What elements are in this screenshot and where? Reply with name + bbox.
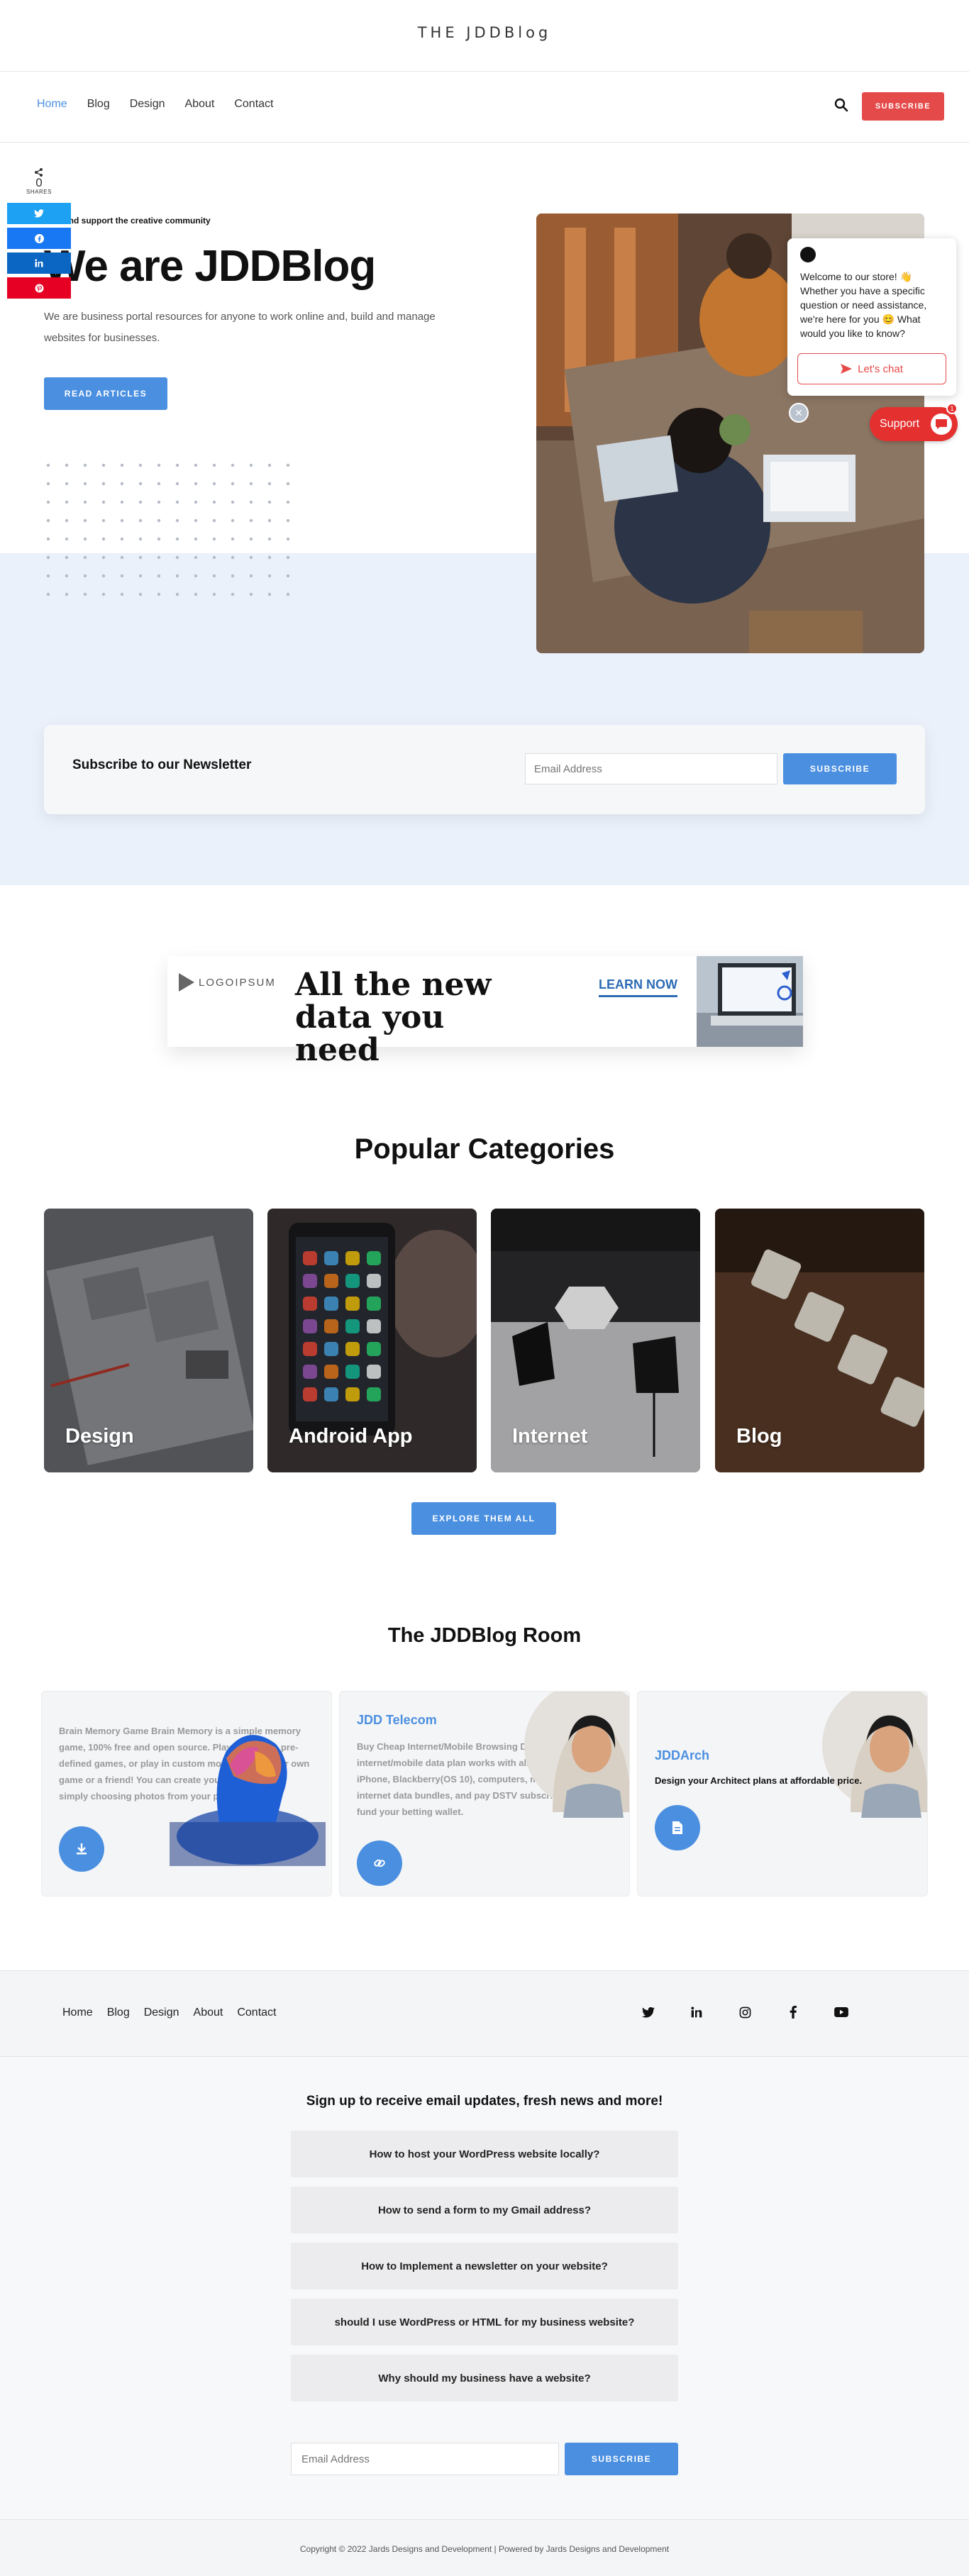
chat-welcome-text: Welcome to our store! 👋 Whether you have…: [800, 271, 927, 339]
nav-item-home[interactable]: Home: [37, 98, 67, 111]
ad-logo: LOGOIPSUM: [179, 973, 276, 992]
category-card-android-app[interactable]: Android App: [267, 1209, 477, 1472]
category-card-internet[interactable]: Internet: [491, 1209, 700, 1472]
room-card-heading[interactable]: JDDArch: [655, 1748, 709, 1763]
nav-item-about[interactable]: About: [185, 98, 215, 111]
newsletter-title: Subscribe to our Newsletter: [72, 757, 252, 772]
categories-title: Popular Categories: [354, 1133, 615, 1165]
nav-item-blog[interactable]: Blog: [87, 98, 110, 111]
footer-signup-section: Sign up to receive email updates, fresh …: [0, 2057, 969, 2519]
chat-close-icon[interactable]: ✕: [789, 403, 809, 423]
newsletter-subscribe-button[interactable]: SUBSCRIBE: [783, 753, 897, 784]
faq-link[interactable]: How to send a form to my Gmail address?: [291, 2187, 678, 2233]
notification-badge: 1: [946, 403, 958, 414]
ad-learn-now-link[interactable]: LEARN NOW: [599, 977, 677, 997]
footer-social-links: [641, 2005, 848, 2019]
category-label-blog: Blog: [736, 1425, 782, 1448]
footer-email-input[interactable]: [291, 2443, 559, 2475]
support-chat-button[interactable]: Support 1: [870, 403, 958, 441]
document-icon: [672, 1821, 682, 1834]
jddarch-link-button[interactable]: [655, 1805, 700, 1850]
facebook-icon[interactable]: [786, 2005, 800, 2019]
hero-description: We are business portal resources for any…: [44, 311, 436, 344]
footer-nav-contact[interactable]: Contact: [237, 2006, 276, 2019]
footer-nav-about[interactable]: About: [194, 2006, 223, 2019]
twitter-icon: [34, 209, 44, 218]
share-twitter-button[interactable]: [7, 203, 71, 224]
brain-head-illustration: [170, 1735, 326, 1866]
room-card-jddarch: JDDArch Design your Architect plans at a…: [637, 1691, 928, 1897]
download-button[interactable]: [59, 1826, 104, 1872]
chat-bubble-icon: [931, 413, 952, 435]
site-title[interactable]: THE JDDBlog: [0, 24, 969, 41]
linkedin-icon: [35, 259, 43, 267]
telecom-link-button[interactable]: [357, 1841, 402, 1886]
faq-link[interactable]: Why should my business have a website?: [291, 2355, 678, 2402]
read-articles-button[interactable]: READ ARTICLES: [44, 377, 167, 410]
send-icon: [841, 364, 853, 374]
newsletter-email-input[interactable]: [525, 753, 777, 784]
share-count-label: SHARES: [26, 189, 52, 195]
room-card-brain-memory: Brain Memory Game Brain Memory is a simp…: [41, 1691, 332, 1897]
ad-laptop-image: [697, 956, 803, 1047]
nav-divider: [0, 142, 969, 143]
faq-link[interactable]: How to Implement a newsletter on your we…: [291, 2243, 678, 2289]
header-divider: [0, 71, 969, 72]
facebook-icon: [34, 233, 44, 243]
header-subscribe-button[interactable]: SUBSCRIBE: [862, 92, 944, 121]
footer-top-bar: Home Blog Design About Contact: [0, 1970, 969, 2057]
share-count: 0: [35, 176, 43, 189]
youtube-icon[interactable]: [834, 2005, 848, 2019]
logo-mark-icon: [179, 973, 194, 992]
footer-subscribe-button[interactable]: SUBSCRIBE: [565, 2443, 678, 2475]
room-title: The JDDBlog Room: [387, 1624, 582, 1647]
faq-link[interactable]: How to host your WordPress website local…: [291, 2131, 678, 2177]
linkedin-icon[interactable]: [690, 2005, 704, 2019]
nav-item-design[interactable]: Design: [130, 98, 165, 111]
twitter-icon[interactable]: [641, 2005, 655, 2019]
ad-banner[interactable]: LOGOIPSUM All the new data you need LEAR…: [167, 956, 803, 1067]
support-label: Support: [880, 418, 920, 430]
hero-title: We are JDDBlog: [44, 242, 376, 291]
share-pinterest-button[interactable]: [7, 277, 71, 299]
room-card-description: Design your Architect plans at affordabl…: [655, 1775, 863, 1786]
decorative-dot-grid: [46, 463, 290, 596]
lets-chat-label: Let's chat: [858, 362, 903, 375]
ad-headline: All the new data you need: [295, 967, 492, 1068]
newsletter-card: Subscribe to our Newsletter SUBSCRIBE: [44, 725, 925, 814]
signup-title: Sign up to receive email updates, fresh …: [306, 2094, 663, 2109]
category-label-internet: Internet: [512, 1425, 588, 1448]
lets-chat-button[interactable]: Let's chat: [797, 353, 946, 384]
ad-logo-text: LOGOIPSUM: [199, 976, 276, 989]
nav-item-contact[interactable]: Contact: [234, 98, 273, 111]
footer-bottom-bar: Copyright © 2022 Jards Designs and Devel…: [0, 2519, 969, 2576]
woman-portrait-image: [822, 1692, 927, 1818]
chat-welcome-popup: Welcome to our store! 👋 Whether you have…: [787, 238, 956, 396]
footer-nav-home[interactable]: Home: [62, 2006, 93, 2019]
link-icon: [374, 1859, 385, 1867]
category-label-design: Design: [65, 1425, 134, 1448]
social-share-bar: 0 SHARES: [7, 167, 71, 302]
category-card-design[interactable]: Design: [44, 1209, 253, 1472]
chat-avatar: [800, 247, 816, 262]
share-linkedin-button[interactable]: [7, 252, 71, 274]
category-label-android-app: Android App: [289, 1425, 413, 1448]
explore-them-all-button[interactable]: EXPLORE THEM ALL: [411, 1502, 556, 1535]
faq-link[interactable]: should I use WordPress or HTML for my bu…: [291, 2299, 678, 2345]
room-card-heading[interactable]: JDD Telecom: [357, 1713, 437, 1728]
download-icon: [77, 1843, 87, 1855]
footer-nav-blog[interactable]: Blog: [107, 2006, 130, 2019]
footer-nav-design[interactable]: Design: [144, 2006, 179, 2019]
pinterest-icon: [35, 284, 43, 292]
footer-nav: Home Blog Design About Contact: [62, 2006, 276, 2019]
category-card-blog[interactable]: Blog: [715, 1209, 924, 1472]
room-card-jdd-telecom: JDD Telecom Buy Cheap Internet/Mobile Br…: [339, 1691, 630, 1897]
woman-portrait-image: [524, 1692, 629, 1818]
share-counter: 0 SHARES: [7, 167, 71, 203]
copyright-text: Copyright © 2022 Jards Designs and Devel…: [299, 2544, 670, 2554]
share-facebook-button[interactable]: [7, 228, 71, 249]
instagram-icon[interactable]: [738, 2005, 752, 2019]
main-nav: Home Blog Design About Contact: [37, 98, 273, 111]
search-icon[interactable]: [834, 97, 849, 113]
